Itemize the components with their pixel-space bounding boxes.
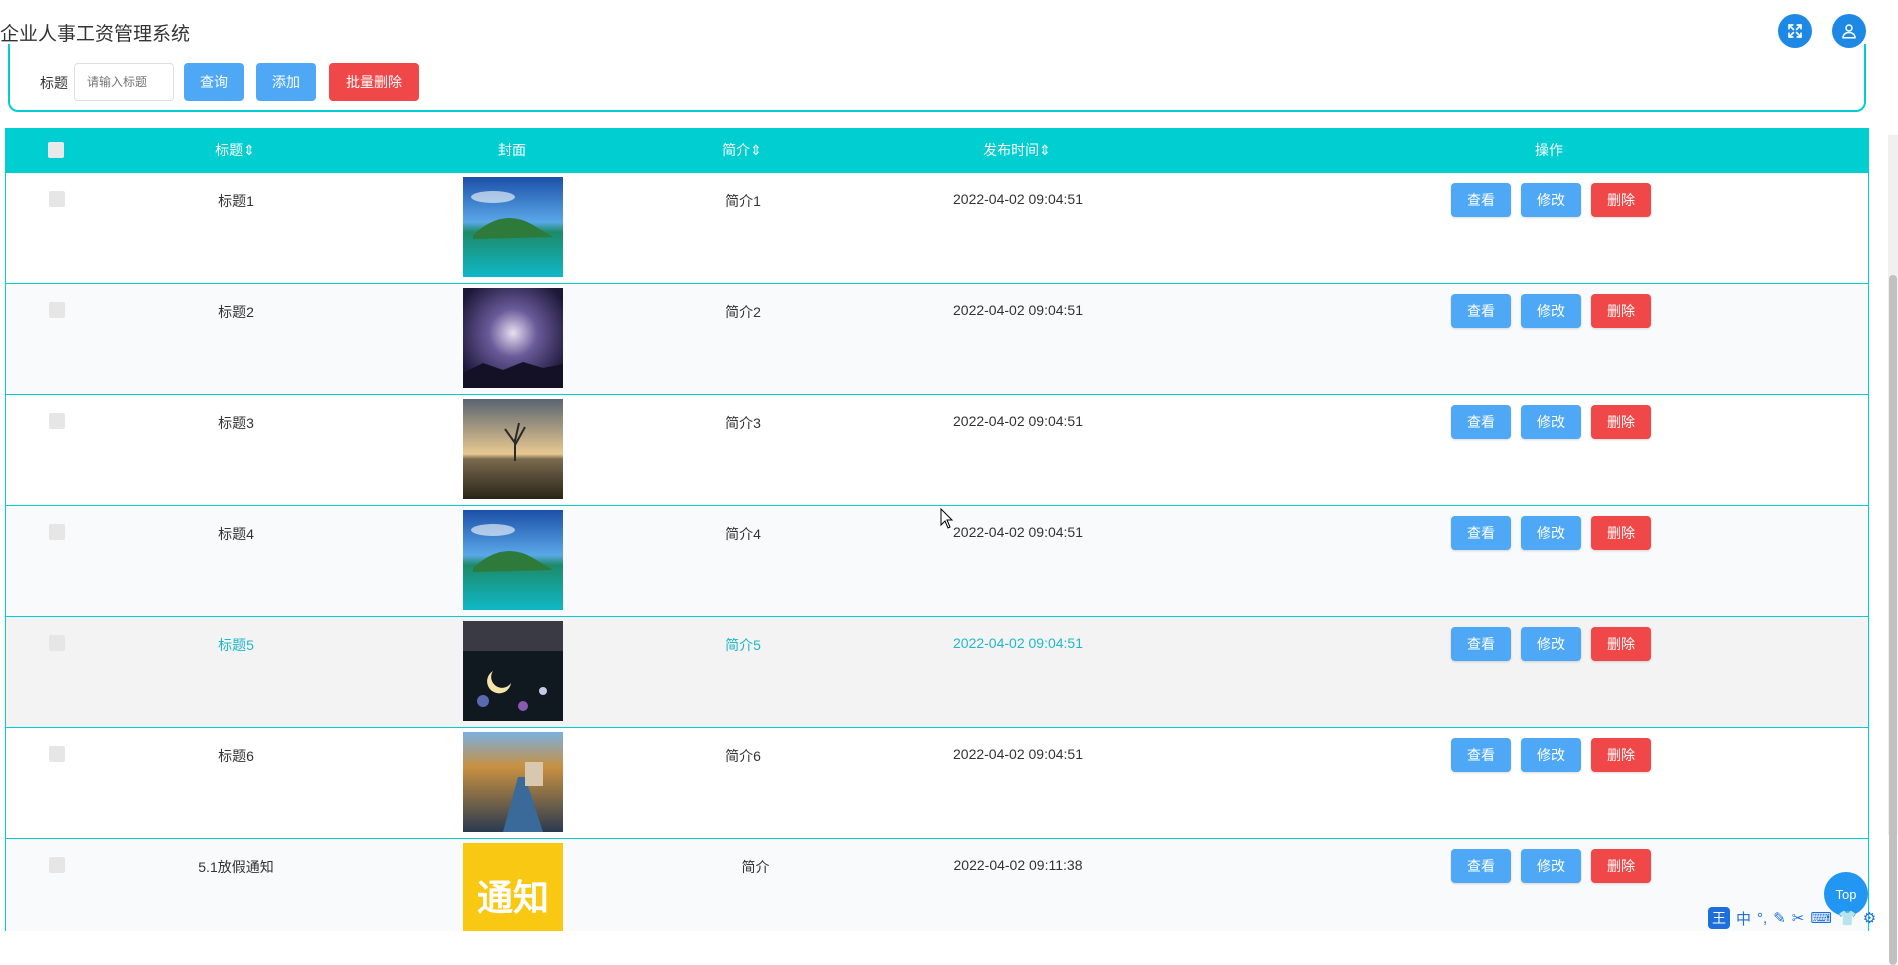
table-row: 标题5 简介5 2022-04-02 09:04:51 查看 修改 删除 <box>5 617 1869 728</box>
delete-button[interactable]: 删除 <box>1591 183 1651 217</box>
delete-button[interactable]: 删除 <box>1591 294 1651 328</box>
table-row: 标题1 简介1 2022-04-02 09:04:51 查看 修改 删除 <box>5 173 1869 284</box>
view-button[interactable]: 查看 <box>1451 627 1511 661</box>
pen-icon[interactable]: ✎ <box>1773 909 1786 927</box>
edit-button[interactable]: 修改 <box>1521 849 1581 883</box>
view-button[interactable]: 查看 <box>1451 294 1511 328</box>
row-intro: 简介1 <box>725 193 761 209</box>
column-header-actions: 操作 <box>1535 142 1563 158</box>
row-checkbox[interactable] <box>49 524 65 540</box>
ime-toolbar: 王 中 °, ✎ ✂ ⌨ 👕 ⚙ <box>1708 906 1876 930</box>
delete-button[interactable]: 删除 <box>1591 627 1651 661</box>
table-row: 标题2 简介2 2022-04-02 09:04:51 查看 修改 删除 <box>5 284 1869 395</box>
keyboard-icon[interactable]: ⌨ <box>1810 909 1832 927</box>
row-title: 标题5 <box>218 637 254 653</box>
scrollbar-thumb[interactable] <box>1889 275 1897 965</box>
view-button[interactable]: 查看 <box>1451 849 1511 883</box>
delete-button[interactable]: 删除 <box>1591 405 1651 439</box>
row-checkbox[interactable] <box>49 857 65 873</box>
edit-button[interactable]: 修改 <box>1521 405 1581 439</box>
row-publish-time: 2022-04-02 09:11:38 <box>953 857 1083 873</box>
scissors-icon[interactable]: ✂ <box>1792 909 1805 927</box>
row-title: 标题4 <box>218 526 254 542</box>
row-checkbox[interactable] <box>49 191 65 207</box>
row-intro: 简介5 <box>725 637 761 653</box>
cover-image <box>463 732 563 832</box>
search-panel: 标题 查询 添加 批量删除 <box>8 44 1866 112</box>
table-row: 5.1放假通知 通知 简介 2022-04-02 09:11:38 查看 修改 … <box>5 839 1869 931</box>
query-button[interactable]: 查询 <box>184 63 244 101</box>
table-header: 标题⇕ 封面 简介⇕ 发布时间⇕ 操作 <box>5 128 1869 173</box>
row-checkbox[interactable] <box>49 635 65 651</box>
row-title: 标题3 <box>218 415 254 431</box>
cover-image <box>463 510 563 610</box>
punctuation-icon[interactable]: °, <box>1757 910 1767 927</box>
user-icon <box>1842 24 1856 39</box>
row-title: 标题6 <box>218 748 254 764</box>
view-button[interactable]: 查看 <box>1451 405 1511 439</box>
settings-icon[interactable]: ⚙ <box>1863 909 1876 927</box>
delete-button[interactable]: 删除 <box>1591 849 1651 883</box>
cover-image <box>463 399 563 499</box>
user-menu-button[interactable] <box>1832 14 1866 48</box>
row-publish-time: 2022-04-02 09:04:51 <box>953 302 1083 318</box>
row-checkbox[interactable] <box>49 746 65 762</box>
row-intro: 简介3 <box>725 415 761 431</box>
table-row: 标题6 简介6 2022-04-02 09:04:51 查看 修改 删除 <box>5 728 1869 839</box>
row-title: 标题2 <box>218 304 254 320</box>
row-intro: 简介2 <box>725 304 761 320</box>
cover-image <box>463 621 563 721</box>
cover-notice-text: 通知 <box>476 878 549 919</box>
title-search-input[interactable] <box>74 63 174 101</box>
row-publish-time: 2022-04-02 09:04:51 <box>953 413 1083 429</box>
select-all-checkbox[interactable] <box>48 142 64 158</box>
edit-button[interactable]: 修改 <box>1521 627 1581 661</box>
fullscreen-button[interactable] <box>1778 14 1812 48</box>
table-row: 标题4 简介4 2022-04-02 09:04:51 查看 修改 删除 <box>5 506 1869 617</box>
row-publish-time: 2022-04-02 09:04:51 <box>953 191 1083 207</box>
cover-image <box>463 288 563 388</box>
shirt-icon[interactable]: 👕 <box>1838 909 1857 927</box>
vertical-scrollbar[interactable] <box>1888 135 1898 965</box>
cover-image: 通知 <box>463 843 563 931</box>
mouse-cursor-icon <box>940 508 954 529</box>
row-intro: 简介6 <box>725 748 761 764</box>
column-header-time[interactable]: 发布时间⇕ <box>917 128 1117 173</box>
ime-logo[interactable]: 王 <box>1708 907 1730 929</box>
row-checkbox[interactable] <box>49 302 65 318</box>
edit-button[interactable]: 修改 <box>1521 183 1581 217</box>
row-title: 5.1放假通知 <box>198 859 274 875</box>
table-row: 标题3 简介3 2022-04-02 09:04:51 查看 修改 删除 <box>5 395 1869 506</box>
delete-button[interactable]: 删除 <box>1591 516 1651 550</box>
column-header-title[interactable]: 标题⇕ <box>165 128 305 173</box>
row-publish-time: 2022-04-02 09:04:51 <box>953 746 1083 762</box>
view-button[interactable]: 查看 <box>1451 183 1511 217</box>
column-header-cover: 封面 <box>498 142 526 158</box>
edit-button[interactable]: 修改 <box>1521 294 1581 328</box>
app-title: 企业人事工资管理系统 <box>0 24 191 45</box>
cover-image <box>463 177 563 277</box>
row-title: 标题1 <box>218 193 254 209</box>
row-intro: 简介 <box>741 859 770 875</box>
batch-delete-button[interactable]: 批量删除 <box>329 63 419 101</box>
search-label: 标题 <box>40 75 68 91</box>
row-checkbox[interactable] <box>49 413 65 429</box>
delete-button[interactable]: 删除 <box>1591 738 1651 772</box>
row-publish-time: 2022-04-02 09:04:51 <box>953 635 1083 651</box>
ime-mode[interactable]: 中 <box>1736 908 1751 929</box>
view-button[interactable]: 查看 <box>1451 516 1511 550</box>
add-button[interactable]: 添加 <box>256 63 316 101</box>
edit-button[interactable]: 修改 <box>1521 516 1581 550</box>
fullscreen-icon <box>1788 24 1802 38</box>
view-button[interactable]: 查看 <box>1451 738 1511 772</box>
row-intro: 简介4 <box>725 526 761 542</box>
edit-button[interactable]: 修改 <box>1521 738 1581 772</box>
column-header-intro[interactable]: 简介⇕ <box>677 128 807 173</box>
